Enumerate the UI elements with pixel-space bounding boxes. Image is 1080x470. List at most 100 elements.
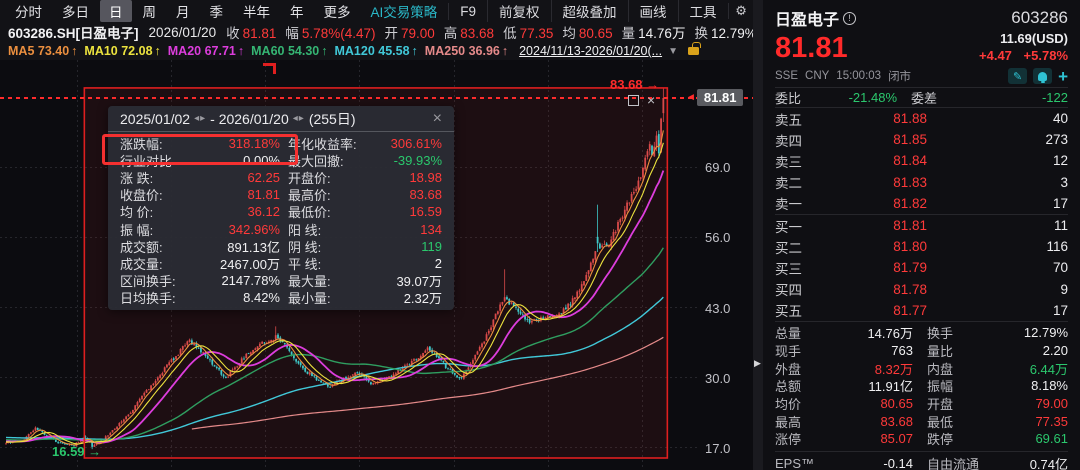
quote-time: 15:00:03 bbox=[836, 70, 881, 82]
orderbook-row-卖五[interactable]: 卖五81.8840 bbox=[775, 108, 1068, 129]
ma-up-arrow-icon: ↑ bbox=[502, 44, 508, 58]
range-start-date: 2025/01/02 bbox=[120, 111, 190, 127]
tab-period-月[interactable]: 月 bbox=[167, 0, 199, 22]
ma-label: MA5 bbox=[8, 44, 38, 58]
period-menu-row: 分时多日日周月季半年年更多 AI交易策略F9前复权超级叠加画线工具⚙?› bbox=[0, 0, 753, 22]
edit-icon[interactable]: ✎ bbox=[1008, 68, 1027, 84]
menu-item-超级叠加[interactable]: 超级叠加 bbox=[551, 0, 628, 22]
orderbook-row-买四[interactable]: 买四81.789 bbox=[775, 279, 1068, 300]
orderbook-row-卖三[interactable]: 卖三81.8412 bbox=[775, 150, 1068, 171]
period-tabs: 分时多日日周月季半年年更多 bbox=[6, 0, 360, 22]
orderbook-row-卖四[interactable]: 卖四81.85273 bbox=[775, 129, 1068, 150]
range-dropdown-icon[interactable]: ▼ bbox=[668, 46, 678, 57]
drawing-style-icon[interactable] bbox=[628, 95, 639, 106]
orderbook-volume: 12 bbox=[927, 153, 1068, 168]
ma-legend-MA20: MA20 67.71↑ bbox=[168, 44, 244, 58]
eps-value: -0.14 bbox=[821, 456, 913, 470]
tooltip-close-icon[interactable]: × bbox=[433, 111, 442, 127]
unlock-icon[interactable] bbox=[688, 47, 699, 55]
free-float-value: 0.74亿 bbox=[985, 454, 1068, 470]
stats-row-现手: 现手763量比2.20 bbox=[775, 342, 1068, 360]
y-axis-tick-56.0: 56.0 bbox=[705, 230, 730, 245]
tab-period-更多[interactable]: 更多 bbox=[315, 0, 360, 22]
range-dash: - bbox=[210, 111, 215, 127]
stat-label: 内盘 bbox=[927, 359, 985, 378]
stats-row-总额: 总额11.91亿振幅8.18% bbox=[775, 377, 1068, 395]
tab-period-周[interactable]: 周 bbox=[134, 0, 166, 22]
stats-grid: 总量14.76万换手12.79%现手763量比2.20外盘8.32万内盘6.44… bbox=[775, 321, 1068, 448]
tab-period-季[interactable]: 季 bbox=[201, 0, 233, 22]
stat-label: 外盘 bbox=[775, 359, 821, 378]
stat-value: 83.68 bbox=[821, 414, 913, 429]
orderbook-level-label: 卖五 bbox=[775, 109, 821, 129]
orderbook-row-买二[interactable]: 买二81.80116 bbox=[775, 236, 1068, 257]
menu-item-前复权[interactable]: 前复权 bbox=[487, 0, 551, 22]
orderbook-level-label: 卖一 bbox=[775, 193, 821, 213]
tooltip-row-left-5: 振 幅:342.96% bbox=[120, 220, 288, 237]
candlestick-chart-region[interactable]: 69.056.043.030.017.0 ◄ 81.81 83.68 → × 1… bbox=[0, 60, 753, 470]
orderbook-row-卖一[interactable]: 卖一81.8217 bbox=[775, 193, 1068, 214]
orderbook-row-卖二[interactable]: 卖二81.833 bbox=[775, 172, 1068, 193]
menu-item-画线[interactable]: 画线 bbox=[628, 0, 678, 22]
menu-item-F9[interactable]: F9 bbox=[448, 3, 487, 20]
field-value: 83.68 bbox=[460, 26, 494, 41]
range-start-stepper-icon[interactable]: ◂▸ bbox=[194, 113, 206, 124]
last-price: 81.81 bbox=[775, 34, 848, 63]
orderbook-row-买一[interactable]: 买一81.8111 bbox=[775, 215, 1068, 236]
current-price-axis-tag: ◄ 81.81 bbox=[686, 89, 743, 106]
tab-period-多日[interactable]: 多日 bbox=[53, 0, 98, 22]
stat-value: 8.18% bbox=[985, 378, 1068, 393]
tooltip-row-value: 0.00% bbox=[243, 153, 288, 168]
menu-item-工具[interactable]: 工具 bbox=[678, 0, 728, 22]
free-float-label: 自由流通 bbox=[927, 454, 985, 470]
add-watchlist-icon[interactable]: + bbox=[1058, 68, 1068, 85]
tooltip-row-left-4: 均 价:36.12 bbox=[120, 203, 288, 220]
alert-bell-icon[interactable] bbox=[1033, 68, 1052, 84]
orderbook-volume: 70 bbox=[927, 260, 1068, 275]
tooltip-row-value: 36.12 bbox=[247, 204, 288, 219]
tooltip-row-value: 83.68 bbox=[409, 187, 442, 202]
weibi-row: 委比 -21.48% 委差 -122 bbox=[775, 87, 1068, 108]
drawing-delete-icon[interactable]: × bbox=[647, 93, 655, 107]
settings-gear-icon[interactable]: ⚙ bbox=[728, 3, 754, 19]
visible-range-text[interactable]: 2024/11/13-2026/01/20(... bbox=[519, 44, 662, 58]
ma-up-arrow-icon: ↑ bbox=[412, 44, 418, 58]
stat-value: 14.76万 bbox=[821, 323, 913, 342]
orderbook-volume: 116 bbox=[927, 239, 1068, 254]
quote-header: 日盈电子 ! 603286 bbox=[775, 0, 1068, 30]
orderbook-volume: 273 bbox=[927, 132, 1068, 147]
usd-price: 11.69(USD) bbox=[971, 31, 1068, 46]
info-icon[interactable]: ! bbox=[843, 12, 856, 25]
orderbook-level-label: 买一 bbox=[775, 216, 821, 236]
ma-up-arrow-icon: ↑ bbox=[321, 44, 327, 58]
panel-collapse-icon[interactable]: ▶ bbox=[754, 358, 761, 369]
price-side-info: 11.69(USD) +4.47 +5.78% bbox=[971, 31, 1068, 63]
tooltip-row-left-1: 行业对比0.00% bbox=[120, 152, 288, 169]
ma-up-arrow-icon: ↑ bbox=[238, 44, 244, 58]
orderbook-price: 81.81 bbox=[821, 218, 927, 233]
quote-info-row: 603286.SH[日盈电子]2026/01/20收81.81幅5.78%(4.… bbox=[0, 22, 753, 42]
tab-period-年[interactable]: 年 bbox=[281, 0, 313, 22]
stat-label: 涨停 bbox=[775, 429, 821, 448]
orderbook-row-买三[interactable]: 买三81.7970 bbox=[775, 257, 1068, 278]
stat-label: 跌停 bbox=[927, 429, 985, 448]
tooltip-row-value: 18.98 bbox=[409, 170, 442, 185]
tab-period-分时[interactable]: 分时 bbox=[6, 0, 51, 22]
tab-period-日[interactable]: 日 bbox=[100, 0, 132, 22]
eps-row: EPS™ -0.14 自由流通 0.74亿 bbox=[775, 451, 1068, 470]
tooltip-body: 涨跌幅:318.18%行业对比0.00%涨 跌:62.25收盘价:81.81均 … bbox=[108, 132, 454, 306]
tooltip-row-right-3: 最高价:83.68 bbox=[288, 186, 442, 203]
tooltip-row-right-5: 阳 线:134 bbox=[288, 220, 442, 237]
menu-item-AI交易策略[interactable]: AI交易策略 bbox=[360, 0, 449, 22]
ma-label: MA120 bbox=[334, 44, 378, 58]
orderbook-price: 81.84 bbox=[821, 153, 927, 168]
field-幅: 幅5.78%(4.47) bbox=[285, 22, 375, 42]
y-axis-tick-17.0: 17.0 bbox=[705, 441, 730, 456]
stock-code: 603286 bbox=[1011, 8, 1068, 28]
tooltip-header: 2025/01/02 ◂▸ - 2026/01/20 ◂▸ (255日) × bbox=[108, 106, 454, 132]
orderbook-row-买五[interactable]: 买五81.7717 bbox=[775, 300, 1068, 321]
tab-period-半年[interactable]: 半年 bbox=[234, 0, 279, 22]
quote-panel: 日盈电子 ! 603286 81.81 11.69(USD) +4.47 +5.… bbox=[763, 0, 1080, 470]
panel-divider[interactable]: ▶ bbox=[753, 0, 763, 470]
range-end-stepper-icon[interactable]: ◂▸ bbox=[293, 113, 305, 124]
